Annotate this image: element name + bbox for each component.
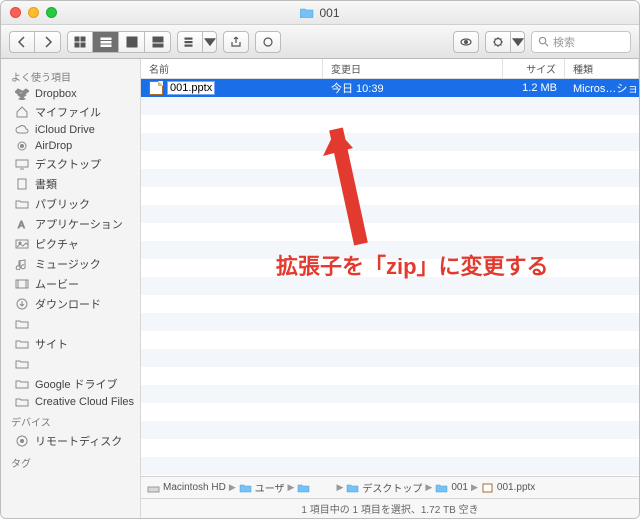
sidebar-item-label: Creative Cloud Files: [35, 396, 134, 408]
sidebar-section-devices: デバイス: [1, 410, 140, 431]
sidebar-item-label: [35, 356, 57, 372]
view-coverflow-button[interactable]: [145, 31, 171, 53]
path-segment-label: [313, 480, 333, 495]
column-kind[interactable]: 種類: [565, 59, 639, 78]
sidebar-section-favorites: よく使う項目: [1, 65, 140, 86]
path-segment-label: 001.pptx: [497, 482, 535, 493]
arrange-group: [177, 31, 217, 53]
chevron-right-icon: ▶: [471, 482, 478, 493]
sidebar-item-label: ムービー: [35, 276, 79, 292]
view-list-button[interactable]: [93, 31, 119, 53]
chevron-right-icon: ▶: [336, 482, 343, 493]
sidebar-item-label: AirDrop: [35, 140, 72, 152]
path-bar[interactable]: Macintosh HD▶ユーザ▶ ▶デスクトップ▶001▶001.pptx: [141, 476, 639, 498]
sidebar-item[interactable]: マイファイル: [1, 102, 140, 122]
tags-button[interactable]: [255, 31, 281, 53]
sidebar-item-label: [35, 316, 57, 332]
path-segment-label: 001: [451, 482, 468, 493]
back-button[interactable]: [9, 31, 35, 53]
path-segment-label: ユーザ: [255, 480, 285, 495]
sidebar-item-label: iCloud Drive: [35, 124, 95, 136]
path-segment[interactable]: [297, 480, 333, 495]
action-button[interactable]: [485, 31, 511, 53]
sidebar-item-label: ミュージック: [35, 256, 101, 272]
sidebar-item[interactable]: 書類: [1, 174, 140, 194]
column-size[interactable]: サイズ: [503, 59, 565, 78]
file-kind: Micros…ション: [565, 80, 639, 96]
chevron-right-icon: ▶: [425, 482, 432, 493]
sidebar-item-label: アプリケーション: [35, 216, 123, 232]
window-title-text: 001: [319, 6, 339, 20]
view-columns-button[interactable]: [119, 31, 145, 53]
column-name[interactable]: 名前: [141, 59, 323, 78]
status-bar: 1 項目中の 1 項目を選択、1.72 TB 空き: [141, 498, 639, 518]
sidebar-item[interactable]: Creative Cloud Files: [1, 394, 140, 410]
arrange-menu-button[interactable]: [203, 31, 217, 53]
action-menu-button[interactable]: [511, 31, 525, 53]
sidebar-item[interactable]: ダウンロード: [1, 294, 140, 314]
file-size: 1.2 MB: [503, 82, 565, 94]
sidebar-item[interactable]: パブリック: [1, 194, 140, 214]
sidebar-item[interactable]: Dropbox: [1, 86, 140, 102]
file-date: 今日 10:39: [323, 80, 503, 96]
view-icons-button[interactable]: [67, 31, 93, 53]
sidebar: よく使う項目 Dropbox マイファイル iCloud Drive AirDrop デ…: [1, 59, 141, 518]
search-icon: [538, 36, 549, 47]
arrange-button[interactable]: [177, 31, 203, 53]
path-segment[interactable]: 001.pptx: [481, 482, 535, 493]
svg-text:A: A: [18, 220, 25, 230]
sidebar-item-label: パブリック: [35, 196, 90, 212]
sidebar-item-label: ピクチャ: [35, 236, 79, 252]
search-field[interactable]: 検索: [531, 31, 631, 53]
sidebar-item[interactable]: AirDrop: [1, 138, 140, 154]
path-segment-label: Macintosh HD: [163, 482, 226, 493]
titlebar: 001: [1, 1, 639, 25]
sidebar-item-label: リモートディスク: [35, 433, 122, 449]
chevron-right-icon: ▶: [288, 482, 295, 493]
sidebar-item-label: 書類: [35, 176, 57, 192]
chevron-right-icon: ▶: [229, 482, 236, 493]
sidebar-item-label: ダウンロード: [35, 296, 101, 312]
sidebar-item[interactable]: [1, 314, 140, 334]
search-placeholder: 検索: [553, 34, 575, 50]
path-segment[interactable]: ユーザ: [239, 480, 285, 495]
table-row[interactable]: 001.pptx 今日 10:391.2 MBMicros…ション: [141, 79, 639, 97]
sidebar-item[interactable]: Google ドライブ: [1, 374, 140, 394]
sidebar-item[interactable]: iCloud Drive: [1, 122, 140, 138]
sidebar-item[interactable]: デスクトップ: [1, 154, 140, 174]
path-segment[interactable]: Macintosh HD: [147, 482, 226, 493]
sidebar-item[interactable]: A アプリケーション: [1, 214, 140, 234]
sidebar-item-label: Dropbox: [35, 88, 77, 100]
sidebar-item-label: Google ドライブ: [35, 376, 118, 392]
sidebar-item[interactable]: サイト: [1, 334, 140, 354]
sidebar-item[interactable]: ミュージック: [1, 254, 140, 274]
view-group: [67, 31, 171, 53]
column-date[interactable]: 変更日: [323, 59, 503, 78]
sidebar-section-tags: タグ: [1, 451, 140, 472]
sidebar-item[interactable]: [1, 354, 140, 374]
sidebar-item-remote-disc[interactable]: リモートディスク: [1, 431, 140, 451]
path-segment[interactable]: デスクトップ: [346, 480, 422, 495]
sidebar-item[interactable]: ピクチャ: [1, 234, 140, 254]
sidebar-item-label: デスクトップ: [35, 156, 101, 172]
path-segment[interactable]: 001: [435, 482, 468, 493]
file-list[interactable]: 001.pptx今日 10:391.2 MBMicros…ション 拡張子を「zi…: [141, 79, 639, 476]
main-area: 名前 変更日 サイズ 種類 001.pptx 今日 10:391.2 MBMicr…: [141, 59, 639, 518]
action-group: [485, 31, 525, 53]
sidebar-item-label: サイト: [35, 336, 68, 352]
sidebar-item-label: マイファイル: [35, 104, 101, 120]
window-title: 001: [1, 6, 639, 20]
column-headers: 名前 変更日 サイズ 種類: [141, 59, 639, 79]
quicklook-button[interactable]: [453, 31, 479, 53]
share-button[interactable]: [223, 31, 249, 53]
sidebar-item[interactable]: ムービー: [1, 274, 140, 294]
path-segment-label: デスクトップ: [362, 480, 422, 495]
forward-button[interactable]: [35, 31, 61, 53]
finder-window: 001 検索 よく: [0, 0, 640, 519]
nav-group: [9, 31, 61, 53]
file-icon: [149, 81, 163, 95]
filename-edit-field[interactable]: 001.pptx: [167, 81, 215, 95]
toolbar: 検索: [1, 25, 639, 59]
